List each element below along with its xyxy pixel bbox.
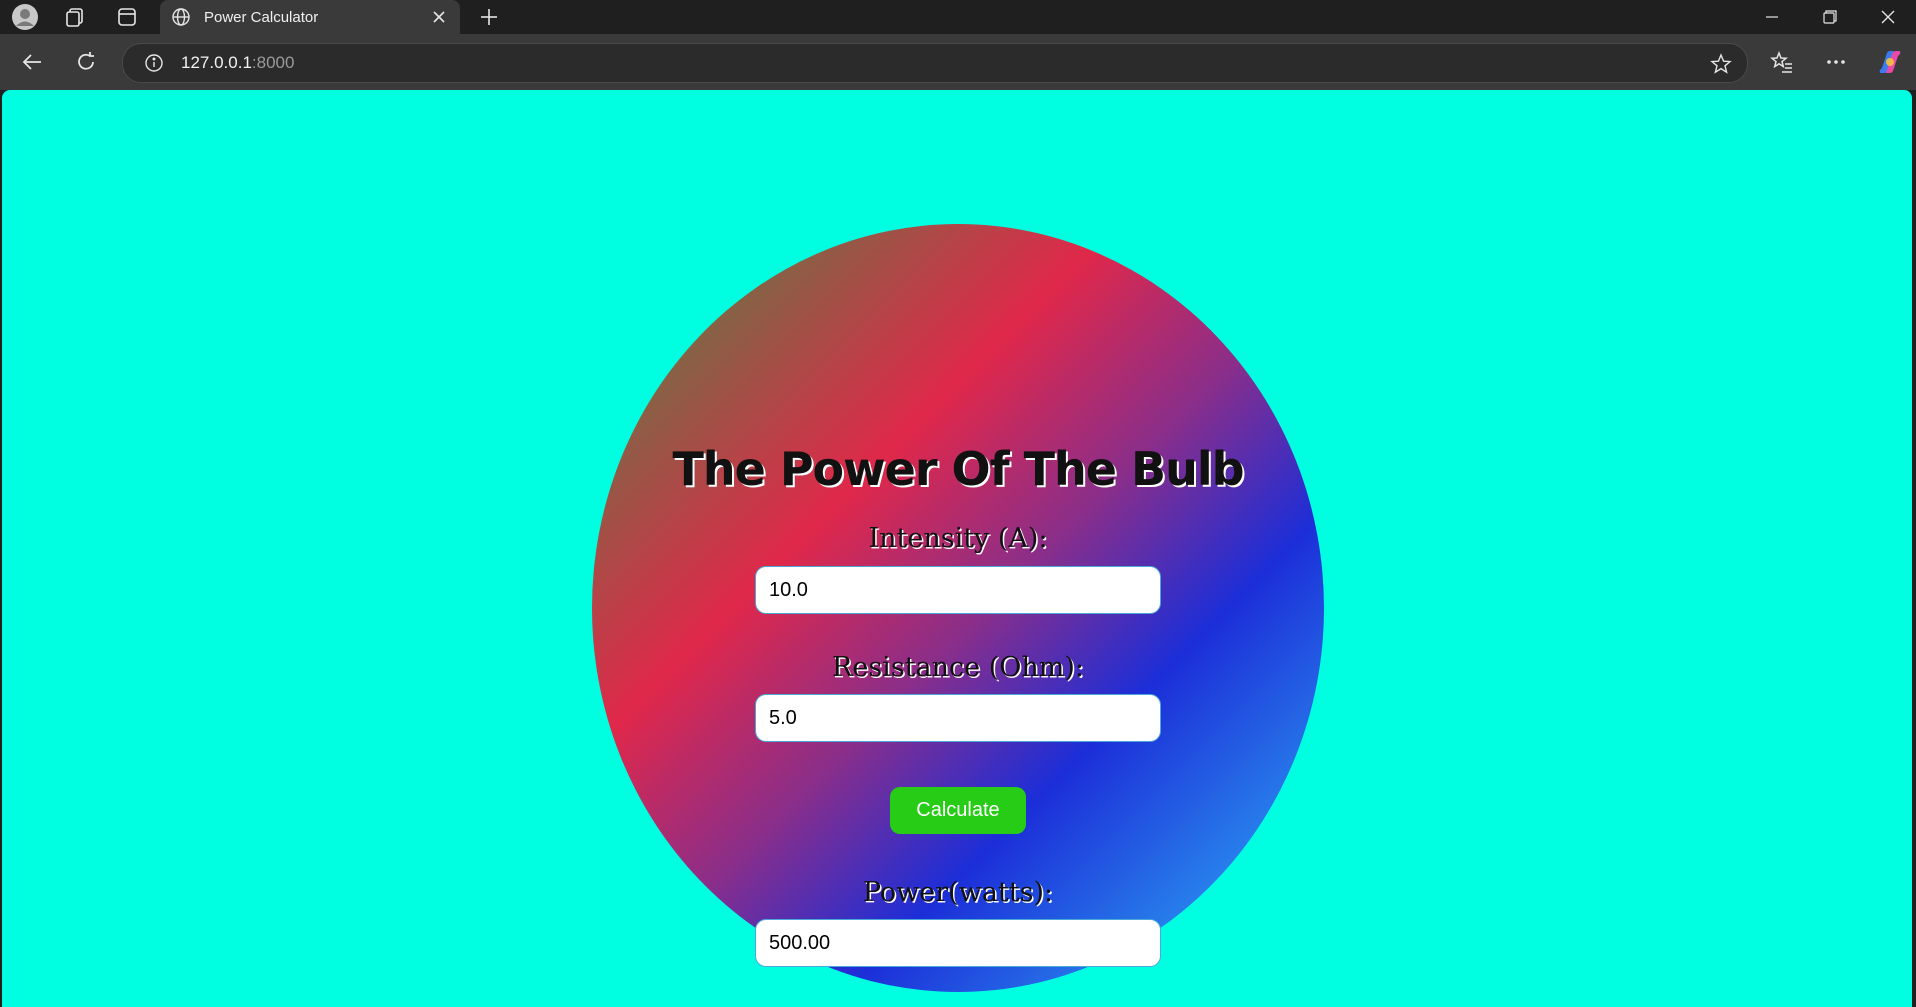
intensity-label: Intensity (A):	[868, 523, 1048, 554]
workspaces-icon[interactable]	[58, 0, 92, 34]
close-window-icon[interactable]	[1868, 0, 1908, 34]
url-host: 127.0.0.1	[181, 53, 252, 72]
back-icon[interactable]	[12, 42, 52, 82]
url-port: :8000	[251, 53, 295, 72]
page-viewport: The Power Of The Bulb Intensity (A): Res…	[2, 90, 1912, 1007]
favorites-icon[interactable]	[1762, 42, 1802, 82]
site-info-icon[interactable]	[143, 52, 165, 74]
power-output[interactable]	[755, 919, 1161, 967]
address-bar[interactable]: 127.0.0.1:8000	[122, 43, 1748, 83]
profile-icon[interactable]	[8, 0, 42, 34]
tab-power-calculator[interactable]: Power Calculator	[160, 0, 460, 34]
favorite-star-icon[interactable]	[1709, 52, 1733, 76]
copilot-icon[interactable]	[1870, 42, 1910, 82]
resistance-input[interactable]	[755, 694, 1161, 742]
refresh-icon[interactable]	[66, 42, 106, 82]
restore-icon[interactable]	[1810, 0, 1850, 34]
new-tab-icon[interactable]	[474, 0, 504, 34]
tab-actions-icon[interactable]	[110, 0, 144, 34]
power-label: Power(watts):	[862, 877, 1054, 908]
close-tab-icon[interactable]	[424, 2, 454, 32]
page-title: The Power Of The Bulb	[672, 442, 1244, 496]
resistance-label: Resistance (Ohm):	[832, 652, 1084, 683]
globe-icon	[170, 6, 192, 28]
tab-title: Power Calculator	[204, 8, 319, 26]
minimize-icon[interactable]	[1752, 0, 1792, 34]
calculate-button[interactable]: Calculate	[890, 787, 1026, 834]
intensity-input[interactable]	[755, 566, 1161, 614]
title-bar: Power Calculator	[0, 0, 1916, 34]
browser-toolbar: 127.0.0.1:8000	[0, 34, 1916, 90]
more-options-icon[interactable]	[1816, 42, 1856, 82]
